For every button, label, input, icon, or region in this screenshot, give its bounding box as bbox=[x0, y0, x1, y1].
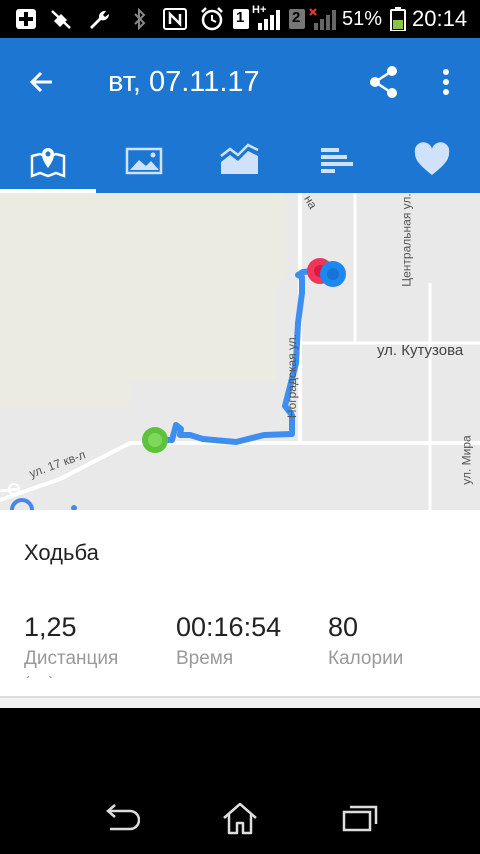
tab-heart[interactable] bbox=[384, 138, 480, 193]
distance-value: 1,25 bbox=[24, 612, 77, 642]
calories-value: 80 bbox=[328, 612, 359, 642]
arrow-back-icon bbox=[29, 71, 52, 93]
share-button[interactable] bbox=[364, 62, 404, 102]
silent-icon bbox=[48, 8, 74, 30]
content-bottom-strip bbox=[0, 698, 480, 708]
street-label-mira: ул. Мира bbox=[459, 435, 474, 485]
signal-icon: H+ bbox=[252, 4, 284, 30]
nfc-icon bbox=[162, 8, 188, 30]
home-icon bbox=[223, 802, 257, 835]
no-signal-icon bbox=[308, 8, 338, 30]
overflow-menu-button[interactable] bbox=[430, 62, 462, 102]
page-title: вт, 07.11.17 bbox=[108, 66, 260, 98]
tab-map[interactable] bbox=[0, 138, 96, 193]
status-bar: 1 H+ 2 51% 20:14 bbox=[0, 0, 480, 38]
battery-icon bbox=[388, 7, 408, 31]
back-button[interactable] bbox=[22, 62, 62, 102]
sim1-icon: 1 bbox=[232, 8, 250, 30]
sim2-icon: 2 bbox=[288, 8, 306, 30]
tab-splits[interactable] bbox=[288, 138, 384, 193]
wrench-icon bbox=[86, 8, 112, 30]
bluetooth-icon bbox=[130, 8, 150, 30]
tab-bar bbox=[0, 138, 480, 193]
bars-icon bbox=[321, 148, 353, 173]
time-label: Время bbox=[176, 648, 234, 669]
share-icon bbox=[370, 66, 397, 98]
tab-graph[interactable] bbox=[192, 138, 288, 193]
nav-back-button[interactable] bbox=[98, 796, 142, 840]
clock: 20:14 bbox=[412, 6, 468, 31]
alarm-icon bbox=[198, 7, 226, 31]
street-label-kutuzova: ул. Кутузова bbox=[377, 342, 464, 359]
chart-icon bbox=[220, 143, 259, 174]
heart-icon bbox=[414, 142, 450, 175]
map-icon bbox=[30, 148, 66, 178]
time-value: 00:16:54 bbox=[176, 612, 282, 642]
distance-label: Дистанция bbox=[24, 648, 119, 669]
add-icon bbox=[14, 8, 38, 30]
image-icon bbox=[125, 147, 163, 175]
nav-home-button[interactable] bbox=[218, 796, 262, 840]
distance-unit: (км) bbox=[24, 673, 54, 678]
recents-icon bbox=[342, 805, 378, 832]
route-map[interactable]: ул. Кутузова Ноградская ул. Центральная … bbox=[0, 193, 480, 510]
nav-back-icon bbox=[106, 804, 140, 831]
tab-photos[interactable] bbox=[96, 138, 192, 193]
calories-label: Калории bbox=[328, 648, 404, 669]
street-label-nogradskaya: Ноградская ул. bbox=[285, 333, 300, 419]
activity-type: Ходьба bbox=[24, 540, 99, 565]
street-label-tsentralnaya: Центральная ул. bbox=[399, 193, 414, 287]
workout-summary-card: Ходьба 1,25 Дистанция (км) 00:16:54 Врем… bbox=[0, 510, 480, 698]
more-vert-icon bbox=[443, 69, 449, 95]
battery-percent: 51% bbox=[342, 8, 383, 30]
system-navigation-bar bbox=[0, 708, 480, 854]
app-bar: вт, 07.11.17 bbox=[0, 38, 480, 193]
nav-recents-button[interactable] bbox=[338, 796, 382, 840]
